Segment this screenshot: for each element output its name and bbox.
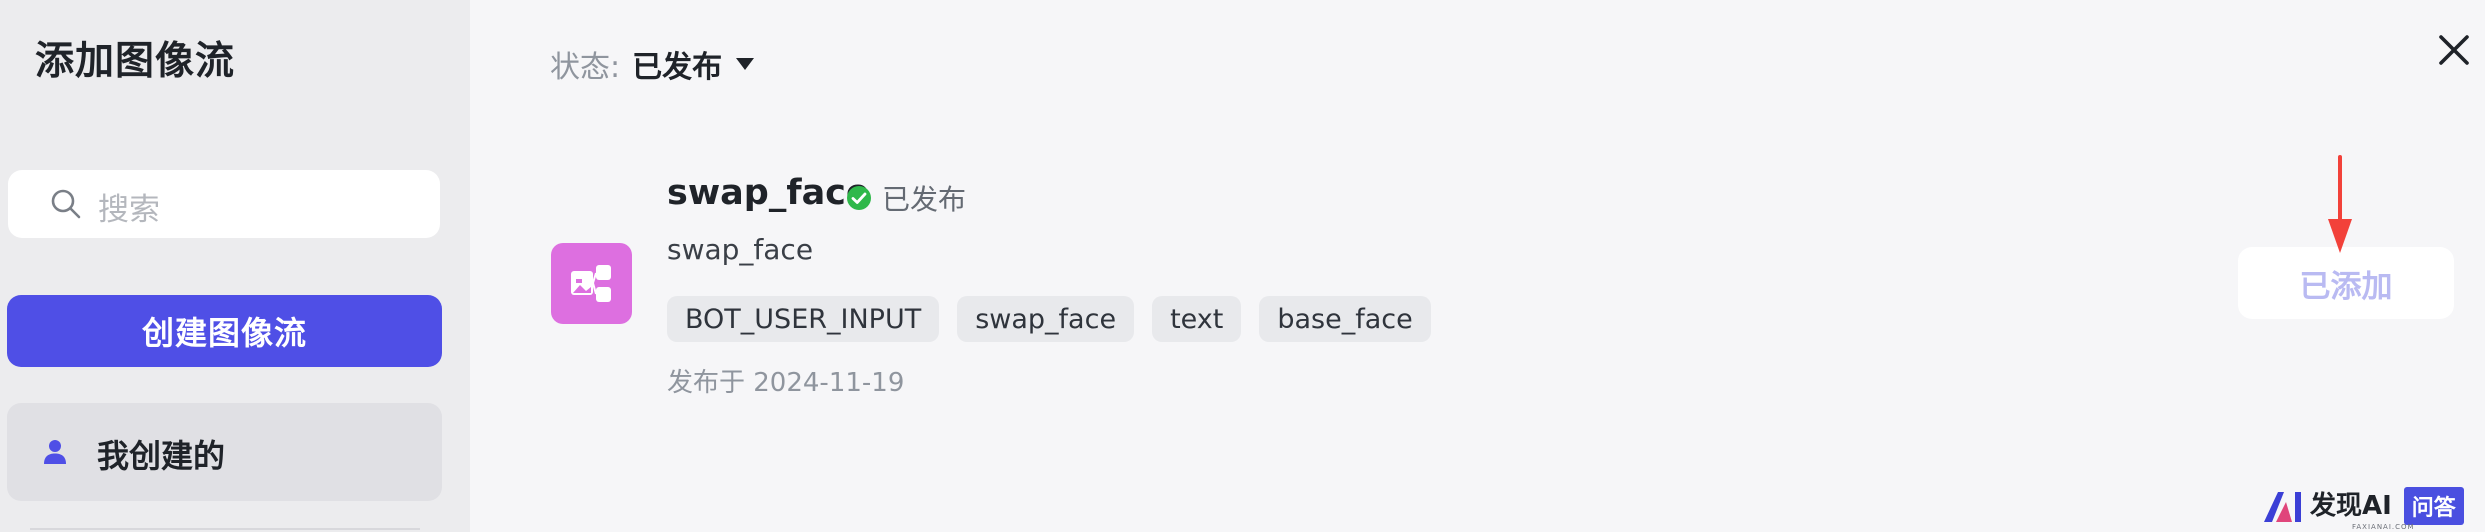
caret-down-icon [736, 58, 755, 70]
user-icon [44, 440, 66, 464]
status-badge: 已发布 [846, 178, 966, 218]
search-placeholder: 搜索 [98, 192, 160, 228]
workflow-icon [571, 265, 611, 302]
sidebar: 添加图像流 搜索 创建图像流 我创建的 [0, 0, 470, 532]
watermark-badge: 问答 [2403, 487, 2464, 525]
brand-logo-icon [2264, 492, 2301, 522]
tag: text [1152, 296, 1242, 342]
tag-list: BOT_USER_INPUT swap_face text base_face [667, 296, 1431, 342]
tag: base_face [1259, 296, 1431, 342]
status-filter-dropdown[interactable]: 状态: 已发布 [550, 42, 755, 86]
create-image-flow-button[interactable]: 创建图像流 [7, 295, 442, 367]
sidebar-item-my-created[interactable]: 我创建的 [7, 403, 442, 501]
tag: swap_face [957, 296, 1135, 342]
check-circle-icon [847, 186, 871, 210]
search-icon [51, 189, 81, 219]
publish-date: 发布于 2024-11-19 [667, 368, 905, 398]
search-input[interactable]: 搜索 [8, 170, 440, 238]
status-filter-label: 状态: [550, 50, 621, 85]
image-flow-icon [551, 243, 632, 324]
tag: BOT_USER_INPUT [667, 296, 940, 342]
watermark-brand: 发现AI [2310, 491, 2392, 521]
flow-title[interactable]: swap_face [667, 173, 870, 213]
annotation-arrow-icon [2328, 155, 2352, 253]
watermark-subtitle: FAXIANAI.COM [2352, 523, 2415, 531]
status-badge-label: 已发布 [882, 183, 967, 216]
sidebar-item-label: 我创建的 [97, 437, 226, 475]
added-button[interactable]: 已添加 [2238, 247, 2454, 319]
status-filter-value: 已发布 [632, 50, 723, 85]
flow-description: swap_face [667, 233, 814, 266]
dialog-title: 添加图像流 [35, 39, 236, 84]
close-icon[interactable] [2436, 32, 2472, 68]
watermark: 发现AI FAXIANAI.COM 问答 [2262, 486, 2464, 531]
sidebar-divider [30, 528, 420, 530]
